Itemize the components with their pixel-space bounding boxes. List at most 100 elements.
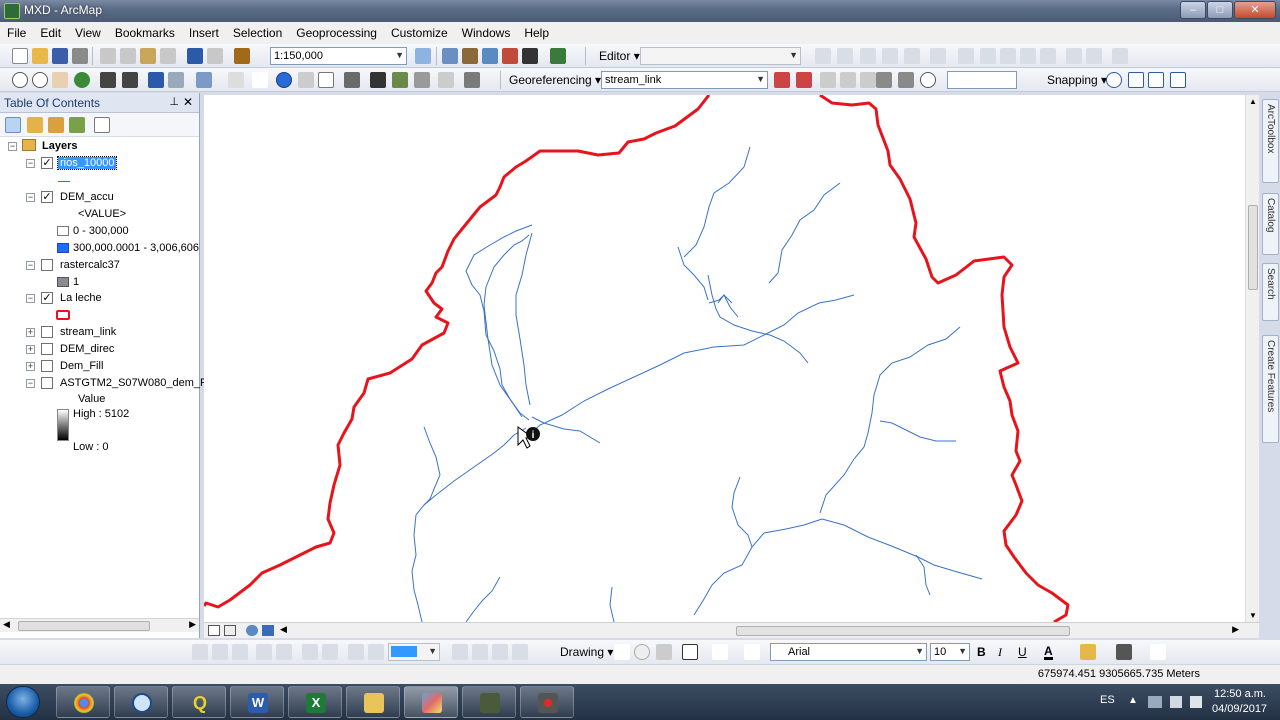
save-icon[interactable] [52, 48, 68, 64]
viewer-icon[interactable] [876, 72, 892, 88]
map-scale-combo[interactable]: 1:150,000 ▼ [270, 47, 407, 65]
arctoolbox-icon[interactable] [502, 48, 518, 64]
list-by-drawing-order-icon[interactable] [5, 117, 21, 133]
new-document-icon[interactable] [12, 48, 28, 64]
map-hscroll-thumb[interactable] [736, 626, 1070, 636]
clear-selection-icon[interactable] [228, 72, 244, 88]
laleche-visibility-checkbox[interactable]: ✓ [41, 292, 53, 304]
menu-file[interactable]: File [0, 26, 33, 40]
identify-icon[interactable] [276, 72, 292, 88]
create-viewer-icon[interactable] [464, 72, 480, 88]
editor-toolbar-icon[interactable] [415, 48, 431, 64]
taskbar-excel[interactable]: X [288, 686, 342, 718]
fixed-zoom-in-icon[interactable] [100, 72, 116, 88]
taskbar-qgis[interactable]: Q [172, 686, 226, 718]
font-color-button[interactable]: A [1044, 645, 1053, 660]
link-table-icon[interactable] [898, 72, 914, 88]
rotate-raster-icon[interactable] [820, 72, 836, 88]
dem-fill-visibility-checkbox[interactable] [41, 360, 53, 372]
scroll-right-icon[interactable]: ▶ [189, 619, 196, 630]
paste-icon[interactable] [140, 48, 156, 64]
edge-snapping-icon[interactable] [1170, 72, 1186, 88]
toc-scroll-thumb[interactable] [18, 621, 150, 631]
menu-view[interactable]: View [68, 26, 108, 40]
copy-icon[interactable] [120, 48, 136, 64]
taskbar-arccatalog[interactable] [462, 686, 516, 718]
taskbar-word[interactable]: W [230, 686, 284, 718]
scroll-left-icon[interactable]: ◀ [3, 619, 10, 630]
list-by-visibility-icon[interactable] [48, 117, 64, 133]
astgtm-visibility-checkbox[interactable] [41, 377, 53, 389]
expand-stream-link-icon[interactable]: + [26, 328, 35, 337]
action-center-icon[interactable] [1148, 696, 1162, 708]
full-extent-icon[interactable] [74, 72, 90, 88]
refresh-icon[interactable] [246, 625, 258, 636]
scroll-up-icon[interactable]: ▲ [1249, 97, 1257, 106]
close-icon[interactable]: ✕ [183, 95, 193, 109]
shift-raster-icon[interactable] [840, 72, 856, 88]
select-elements-icon[interactable] [252, 72, 268, 88]
pause-drawing-icon[interactable] [262, 625, 274, 636]
redo-icon[interactable] [207, 48, 223, 64]
collapse-astgtm-icon[interactable]: − [26, 379, 35, 388]
language-indicator[interactable]: ES [1100, 694, 1115, 706]
marker-color-icon[interactable] [1150, 644, 1166, 660]
scroll-down-icon[interactable]: ▼ [1249, 611, 1257, 620]
minimize-button[interactable]: – [1180, 1, 1206, 19]
search-window-icon[interactable] [482, 48, 498, 64]
map-canvas[interactable]: i [204, 95, 1257, 622]
zoom-to-selected-icon[interactable] [656, 644, 672, 660]
layer-dem-accu[interactable]: DEM_accu [60, 191, 114, 203]
menu-customize[interactable]: Customize [384, 26, 455, 40]
toc-horizontal-scrollbar[interactable]: ◀ ▶ [0, 618, 199, 632]
layer-stream-link[interactable]: stream_link [60, 326, 116, 338]
menu-selection[interactable]: Selection [226, 26, 289, 40]
clock-date[interactable]: 04/09/2017 [1212, 703, 1267, 715]
stream-link-visibility-checkbox[interactable] [41, 326, 53, 338]
html-popup-icon[interactable] [318, 72, 334, 88]
line-color-icon[interactable] [1116, 644, 1132, 660]
taskbar-recorder[interactable] [520, 686, 574, 718]
forward-extent-icon[interactable] [168, 72, 184, 88]
georeferencing-menu[interactable]: Georeferencing ▾ [509, 73, 601, 87]
layer-astgtm[interactable]: ASTGTM2_S07W080_dem_P [60, 377, 207, 389]
select-elements-draw-icon[interactable] [614, 644, 630, 660]
cut-icon[interactable] [100, 48, 116, 64]
map-display[interactable]: i [204, 95, 1257, 622]
python-window-icon[interactable] [522, 48, 538, 64]
print-icon[interactable] [72, 48, 88, 64]
auto-registration-icon[interactable] [796, 72, 812, 88]
transparency-icon[interactable] [920, 72, 936, 88]
tray-expand-icon[interactable]: ▲ [1128, 695, 1138, 706]
close-button[interactable]: ✕ [1234, 1, 1276, 19]
collapse-dem-accu-icon[interactable]: − [26, 193, 35, 202]
scale-raster-icon[interactable] [860, 72, 876, 88]
collapse-rastercalc-icon[interactable]: − [26, 261, 35, 270]
maximize-button[interactable]: □ [1207, 1, 1233, 19]
network-icon[interactable] [1170, 696, 1182, 708]
collapse-laleche-icon[interactable]: − [26, 294, 35, 303]
taskbar-explorer[interactable] [346, 686, 400, 718]
zoom-out-icon[interactable] [32, 72, 48, 88]
delete-icon[interactable] [160, 48, 176, 64]
select-features-icon[interactable] [196, 72, 212, 88]
menu-edit[interactable]: Edit [33, 26, 68, 40]
undo-icon[interactable] [187, 48, 203, 64]
taskbar-chrome[interactable] [56, 686, 110, 718]
snapping-menu[interactable]: Snapping ▾ [1047, 73, 1107, 87]
layer-laleche[interactable]: La leche [60, 292, 102, 304]
rios-visibility-checkbox[interactable]: ✓ [41, 157, 53, 169]
start-button[interactable] [6, 686, 40, 718]
dem-direc-visibility-checkbox[interactable] [41, 343, 53, 355]
layer-rastercalc[interactable]: rastercalc37 [60, 259, 120, 271]
volume-icon[interactable] [1190, 696, 1202, 708]
add-control-points-icon[interactable] [774, 72, 790, 88]
taskbar-magnifier[interactable] [114, 686, 168, 718]
rectangle-icon[interactable] [682, 644, 698, 660]
menu-geoprocessing[interactable]: Geoprocessing [289, 26, 384, 40]
dem-accu-visibility-checkbox[interactable]: ✓ [41, 191, 53, 203]
font-combo[interactable]: Arial ▼ [770, 643, 927, 661]
find-route-icon[interactable] [392, 72, 408, 88]
catalog-window-icon[interactable] [462, 48, 478, 64]
font-size-combo[interactable]: 10 ▼ [930, 643, 970, 661]
